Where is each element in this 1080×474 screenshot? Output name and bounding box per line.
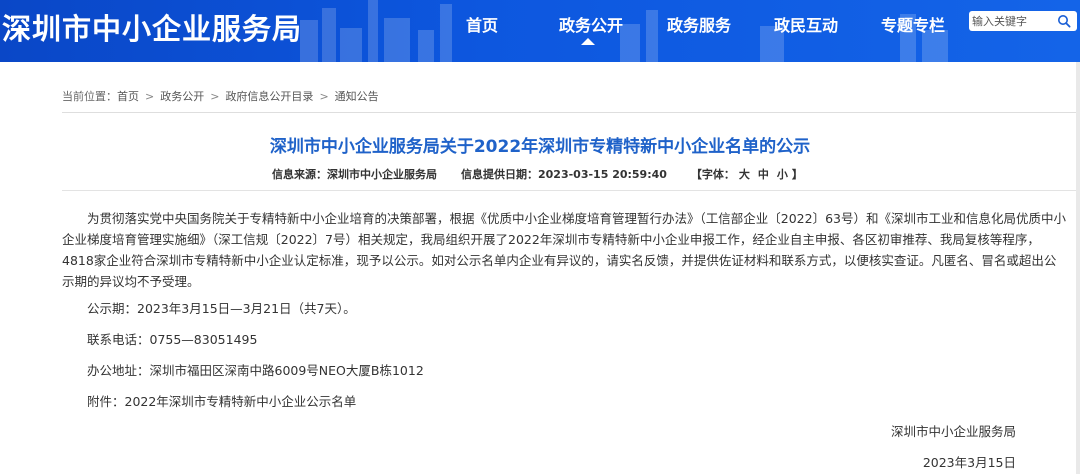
breadcrumb-notices[interactable]: 通知公告 (335, 88, 379, 104)
breadcrumb-separator: > (145, 90, 155, 103)
breadcrumb-divider (62, 112, 1080, 113)
scrollbar-track[interactable] (1076, 62, 1080, 474)
contact-phone: 联系电话：0755—83051495 (87, 332, 258, 347)
search-icon[interactable] (1057, 14, 1071, 28)
attachment-link[interactable]: 附件：2022年深圳市专精特新中小企业公示名单 (87, 391, 356, 410)
search-box (969, 11, 1077, 31)
nav-home[interactable]: 首页 (466, 12, 498, 36)
publicity-period: 公示期：2023年3月15日—3月21日（共7天）。 (87, 301, 356, 316)
active-nav-indicator (581, 38, 595, 45)
breadcrumb-separator: > (210, 90, 220, 103)
nav-special-topics[interactable]: 专题专栏 (881, 12, 945, 36)
office-address: 办公地址：深圳市福田区深南中路6009号NEO大厦B栋1012 (87, 363, 424, 378)
article-meta: 信息来源：深圳市中小企业服务局 信息提供日期：2023-03-15 20:59:4… (272, 166, 803, 182)
breadcrumb: 当前位置：首页 > 政务公开 > 政府信息公开目录 > 通知公告 (62, 88, 379, 104)
meta-divider (62, 190, 1080, 191)
breadcrumb-prefix: 当前位置： (62, 90, 117, 103)
date-value: 2023-03-15 20:59:40 (538, 168, 667, 181)
date-label: 信息提供日期： (461, 168, 538, 181)
source-label: 信息来源： (272, 168, 327, 181)
nav-gov-services[interactable]: 政务服务 (667, 12, 731, 36)
nav-gov-affairs-open[interactable]: 政务公开 (559, 12, 623, 36)
font-size-end: 】 (791, 168, 803, 181)
breadcrumb-home[interactable]: 首页 (117, 88, 139, 104)
breadcrumb-info-catalog[interactable]: 政府信息公开目录 (225, 88, 313, 104)
font-medium-button[interactable]: 中 (758, 166, 769, 182)
breadcrumb-gov-affairs[interactable]: 政务公开 (160, 88, 204, 104)
signature-org: 深圳市中小企业服务局 (890, 424, 1016, 439)
font-size-label: 【字体： (690, 168, 735, 181)
main-nav: 首页 政务公开 政务服务 政民互动 专题专栏 (0, 0, 1080, 62)
article-body: 为贯彻落实党中央国务院关于专精特新中小企业培育的决策部署，根据《优质中小企业梯度… (62, 211, 1066, 289)
font-small-button[interactable]: 小 (777, 166, 788, 182)
site-header: 深圳市中小企业服务局 首页 政务公开 政务服务 政民互动 专题专栏 (0, 0, 1080, 62)
source-value: 深圳市中小企业服务局 (327, 168, 437, 181)
breadcrumb-separator: > (319, 90, 329, 103)
search-input[interactable] (969, 11, 1055, 31)
nav-public-interaction[interactable]: 政民互动 (774, 12, 838, 36)
article-title: 深圳市中小企业服务局关于2022年深圳市专精特新中小企业名单的公示 (269, 137, 811, 157)
signature-date: 2023年3月15日 (922, 455, 1016, 470)
font-large-button[interactable]: 大 (739, 166, 750, 182)
